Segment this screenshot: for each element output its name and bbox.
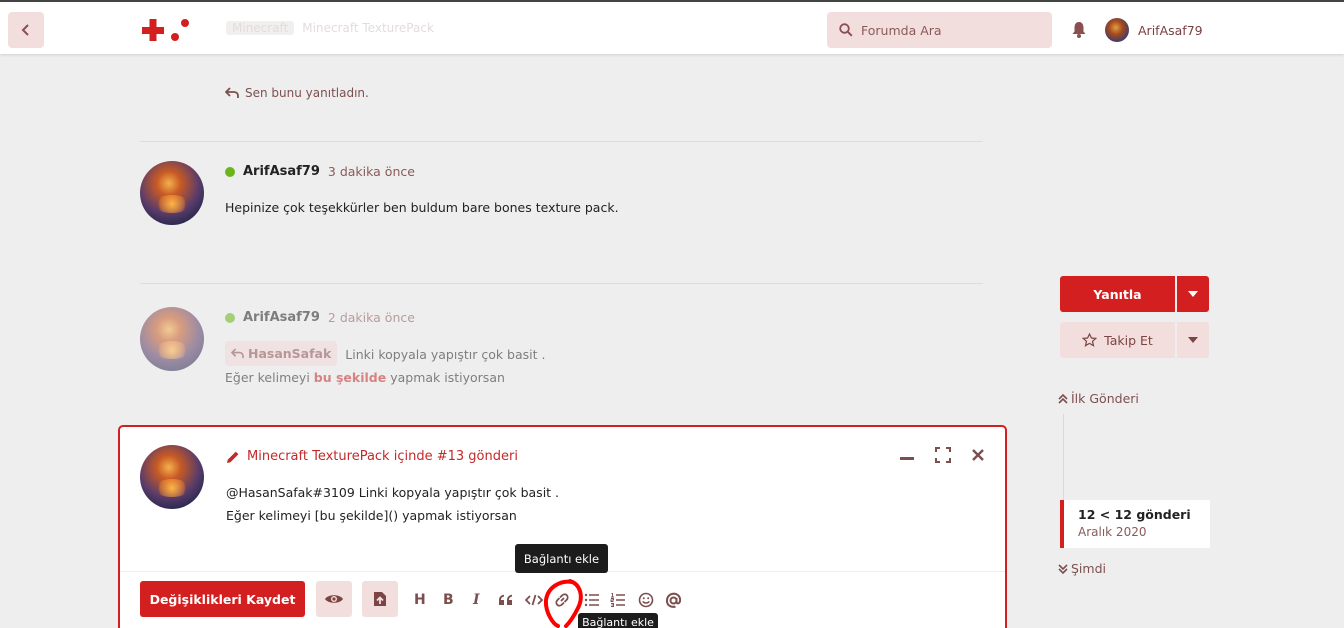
- italic-button[interactable]: I: [473, 591, 480, 609]
- online-dot: [225, 312, 235, 323]
- online-dot: [225, 166, 235, 177]
- emoji-button[interactable]: [638, 591, 654, 609]
- post-body: HasanSafak Linki kopyala yapıştır çok ba…: [225, 341, 546, 389]
- site-logo[interactable]: [140, 16, 192, 46]
- avatar[interactable]: [140, 307, 204, 371]
- divider: [140, 283, 983, 284]
- post-text: Eğer kelimeyi: [225, 370, 310, 385]
- code-button[interactable]: [525, 591, 543, 609]
- post-username[interactable]: ArifAsaf79: [243, 310, 320, 325]
- link-button[interactable]: [554, 591, 570, 609]
- heading-button[interactable]: H: [414, 591, 426, 609]
- divider: [140, 141, 983, 142]
- follow-label: Takip Et: [1104, 332, 1153, 348]
- reply-icon: [225, 87, 239, 98]
- bell-icon[interactable]: [1071, 21, 1087, 38]
- upload-button[interactable]: [362, 581, 398, 617]
- composer-title-text: Minecraft TexturePack içinde #13 gönderi: [247, 449, 518, 464]
- first-post-label: İlk Gönderi: [1071, 391, 1139, 406]
- save-changes-button[interactable]: Değişiklikleri Kaydet: [140, 581, 305, 617]
- post-header: ArifAsaf79 3 dakika önce: [225, 164, 415, 179]
- username-label: ArifAsaf79: [1138, 22, 1203, 38]
- search-placeholder: Forumda Ara: [861, 22, 942, 38]
- post-date: Aralık 2020: [1078, 525, 1147, 539]
- user-menu[interactable]: ArifAsaf79: [1105, 18, 1203, 42]
- follow-dropdown-button[interactable]: [1177, 322, 1209, 358]
- quote-icon: [499, 594, 512, 605]
- bullet-list-button[interactable]: [584, 591, 600, 609]
- link-tooltip-duplicate: Bağlantı ekle: [578, 613, 658, 628]
- composer-textarea[interactable]: @HasanSafak#3109 Linki kopyala yapıştır …: [226, 481, 559, 527]
- post-time[interactable]: 3 dakika önce: [328, 164, 415, 179]
- composer-title[interactable]: Minecraft TexturePack içinde #13 gönderi: [226, 449, 518, 464]
- reply-dropdown-button[interactable]: [1177, 276, 1209, 312]
- link-icon: [555, 593, 569, 607]
- code-icon: [525, 594, 543, 606]
- post-username[interactable]: ArifAsaf79: [243, 164, 320, 179]
- topic-title-text: Minecraft TexturePack: [302, 21, 434, 35]
- post-count: 12 < 12 gönderi: [1078, 507, 1191, 522]
- post-text: yapmak istiyorsan: [390, 370, 505, 385]
- avatar: [140, 445, 204, 509]
- avatar[interactable]: [140, 161, 204, 225]
- reply-button[interactable]: Yanıtla: [1060, 276, 1175, 312]
- composer-line: @HasanSafak#3109 Linki kopyala yapıştır …: [226, 485, 560, 500]
- at-icon: [665, 592, 682, 608]
- avatar: [1105, 18, 1129, 42]
- post-header: ArifAsaf79 2 dakika önce: [225, 310, 415, 325]
- file-upload-icon: [374, 592, 386, 606]
- post-body: Hepinize çok teşekkürler ben buldum bare…: [225, 200, 619, 215]
- mention-name: HasanSafak: [248, 346, 332, 361]
- reply-mention[interactable]: HasanSafak: [225, 341, 338, 366]
- post-link[interactable]: bu şekilde: [314, 370, 386, 385]
- follow-button[interactable]: Takip Et: [1060, 322, 1175, 358]
- reply-composer: Minecraft TexturePack içinde #13 gönderi…: [118, 425, 1007, 628]
- composer-controls: [899, 447, 985, 463]
- quote-button[interactable]: [498, 591, 514, 609]
- close-icon[interactable]: [971, 448, 985, 462]
- caret-down-icon: [1188, 337, 1198, 343]
- post-time[interactable]: 2 dakika önce: [328, 310, 415, 325]
- pencil-icon: [227, 451, 239, 463]
- double-chevron-up-icon: [1058, 393, 1068, 404]
- chevron-left-icon: [21, 24, 29, 36]
- replied-text: Sen bunu yanıtladın.: [245, 86, 369, 100]
- star-icon: [1082, 333, 1098, 347]
- composer-line: Eğer kelimeyi [bu şekilde]() yapmak isti…: [226, 508, 517, 523]
- reply-icon: [231, 348, 244, 359]
- bold-button[interactable]: B: [443, 591, 454, 609]
- preview-button[interactable]: [316, 581, 352, 617]
- list-icon: [584, 593, 599, 607]
- timeline-track[interactable]: [1063, 414, 1064, 500]
- link-tooltip: Bağlantı ekle: [515, 544, 608, 573]
- timeline-scrubber[interactable]: 12 < 12 gönderi Aralık 2020: [1060, 500, 1210, 548]
- numbered-list-button[interactable]: [610, 591, 626, 609]
- ordered-list-icon: [610, 593, 625, 607]
- now-link[interactable]: Şimdi: [1058, 561, 1106, 576]
- smile-icon: [638, 592, 654, 608]
- first-post-link[interactable]: İlk Gönderi: [1058, 391, 1139, 406]
- category-pill: Minecraft: [226, 21, 295, 35]
- back-button[interactable]: [8, 12, 44, 48]
- eye-icon: [325, 595, 343, 603]
- search-input[interactable]: Forumda Ara: [827, 12, 1052, 48]
- topic-title-faded: Minecraft Minecraft TexturePack: [226, 21, 434, 35]
- replied-note: Sen bunu yanıtladın.: [225, 86, 369, 100]
- now-label: Şimdi: [1071, 561, 1106, 576]
- minimize-icon[interactable]: [899, 447, 915, 463]
- post-line: Linki kopyala yapıştır çok basit .: [345, 347, 546, 362]
- top-bar: Minecraft Minecraft TexturePack Forumda A…: [0, 0, 1344, 54]
- caret-down-icon: [1188, 291, 1198, 297]
- double-chevron-down-icon: [1058, 563, 1068, 574]
- fullscreen-icon[interactable]: [935, 447, 951, 463]
- search-icon: [839, 23, 853, 37]
- mention-button[interactable]: [665, 591, 682, 609]
